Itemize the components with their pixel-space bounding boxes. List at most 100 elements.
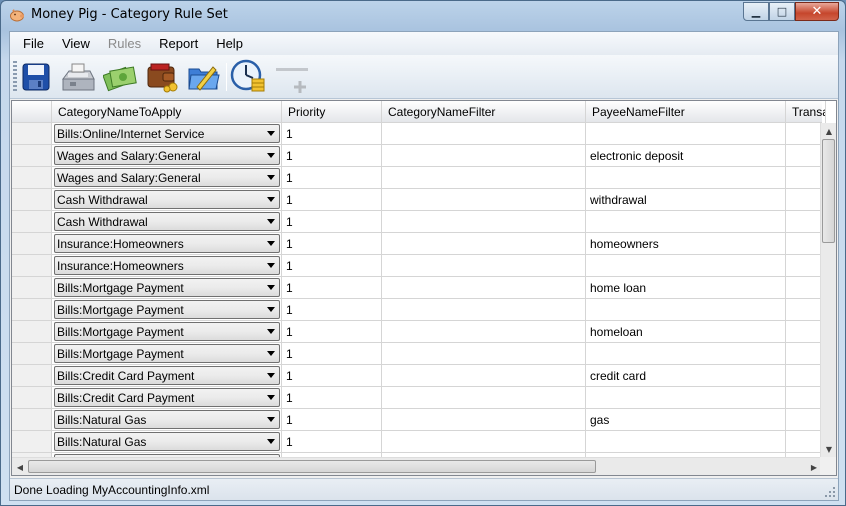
priority-cell[interactable]: 1 [282,409,382,431]
dropdown-arrow-icon[interactable] [263,411,279,428]
row-header[interactable] [12,431,52,453]
transaction-cell[interactable] [786,233,822,255]
category-cell[interactable]: Bills:Mortgage Payment [52,321,282,343]
category-cell[interactable]: Wages and Salary:General [52,167,282,189]
dropdown-arrow-icon[interactable] [263,125,279,142]
scroll-down-icon[interactable]: ▼ [821,441,836,457]
category-cell[interactable]: Bills:Mortgage Payment [52,343,282,365]
priority-cell[interactable]: 1 [282,365,382,387]
payee-filter-cell[interactable] [586,123,786,145]
column-header-payee-filter[interactable]: PayeeNameFilter [586,101,786,123]
row-header[interactable] [12,123,52,145]
category-cell[interactable]: Bills:Natural Gas [52,409,282,431]
category-filter-cell[interactable] [382,189,586,211]
table-row[interactable]: Insurance:Homeowners 1 [12,255,822,277]
category-combobox[interactable]: Cash Withdrawal [54,212,280,231]
schedule-button[interactable] [230,59,266,95]
category-filter-cell[interactable] [382,343,586,365]
category-filter-cell[interactable] [382,365,586,387]
payee-filter-cell[interactable] [586,255,786,277]
payee-filter-cell[interactable]: gas [586,409,786,431]
row-header[interactable] [12,387,52,409]
table-row[interactable]: Wages and Salary:General 1 electronic depo… [12,145,822,167]
table-row[interactable]: Cash Withdrawal 1 [12,211,822,233]
dropdown-arrow-icon[interactable] [263,279,279,296]
table-row[interactable]: Bills:Credit Card Payment 1 credit card [12,365,822,387]
dropdown-arrow-icon[interactable] [263,235,279,252]
priority-cell[interactable]: 1 [282,145,382,167]
payee-filter-cell[interactable]: electronic deposit [586,145,786,167]
dropdown-arrow-icon[interactable] [263,345,279,362]
dropdown-arrow-icon[interactable] [263,191,279,208]
category-filter-cell[interactable] [382,431,586,453]
menu-view[interactable]: View [53,36,99,51]
category-cell[interactable]: Bills:Natural Gas [52,431,282,453]
category-filter-cell[interactable] [382,123,586,145]
dropdown-arrow-icon[interactable] [263,433,279,450]
category-combobox[interactable]: Bills:Mortgage Payment [54,322,280,341]
category-combobox[interactable]: Bills:Natural Gas [54,410,280,429]
row-header[interactable] [12,189,52,211]
table-row[interactable]: Bills:Mortgage Payment 1 [12,343,822,365]
menu-file[interactable]: File [14,36,53,51]
table-row[interactable]: Wages and Salary:General 1 [12,167,822,189]
row-header[interactable] [12,299,52,321]
menu-rules[interactable]: Rules [99,36,150,51]
register-button[interactable] [60,59,96,95]
wallet-button[interactable] [144,59,180,95]
transaction-cell[interactable] [786,277,822,299]
row-header[interactable] [12,321,52,343]
horizontal-scroll-thumb[interactable] [28,460,596,473]
category-filter-cell[interactable] [382,277,586,299]
category-filter-cell[interactable] [382,211,586,233]
category-combobox[interactable]: Bills:Natural Gas [54,432,280,451]
row-header[interactable] [12,145,52,167]
column-header-category-filter[interactable]: CategoryNameFilter [382,101,586,123]
category-combobox[interactable]: Bills:Online/Internet Service [54,124,280,143]
category-filter-cell[interactable] [382,255,586,277]
payee-filter-cell[interactable]: homeloan [586,321,786,343]
horizontal-scrollbar[interactable]: ◀ ▶ [12,457,822,475]
column-header-priority[interactable]: Priority [282,101,382,123]
category-cell[interactable]: Bills:Credit Card Payment [52,387,282,409]
payee-filter-cell[interactable]: home loan [586,277,786,299]
table-row[interactable]: Bills:Online/Internet Service 1 [12,123,822,145]
dropdown-arrow-icon[interactable] [263,147,279,164]
scroll-left-icon[interactable]: ◀ [12,459,28,475]
transaction-cell[interactable] [786,255,822,277]
close-button[interactable]: ✕ [795,2,839,21]
priority-cell[interactable]: 1 [282,123,382,145]
payee-filter-cell[interactable] [586,299,786,321]
transaction-cell[interactable] [786,211,822,233]
column-header-transaction[interactable]: Transa [786,101,826,123]
table-row[interactable]: Bills:Mortgage Payment 1 [12,299,822,321]
category-combobox[interactable]: Insurance:Homeowners [54,234,280,253]
vertical-scroll-thumb[interactable] [822,139,835,243]
category-cell[interactable]: Wages and Salary:General [52,145,282,167]
dropdown-arrow-icon[interactable] [263,257,279,274]
dropdown-arrow-icon[interactable] [263,367,279,384]
transaction-cell[interactable] [786,145,822,167]
category-combobox[interactable]: Bills:Mortgage Payment [54,278,280,297]
category-combobox[interactable]: Cash Withdrawal [54,190,280,209]
money-button[interactable] [102,59,138,95]
toolbar-grip[interactable] [13,61,17,93]
payee-filter-cell[interactable]: withdrawal [586,189,786,211]
category-cell[interactable]: Insurance:Homeowners [52,233,282,255]
row-header[interactable] [12,255,52,277]
category-cell[interactable]: Cash Withdrawal [52,189,282,211]
add-button[interactable] [274,59,310,95]
dropdown-arrow-icon[interactable] [263,301,279,318]
transaction-cell[interactable] [786,321,822,343]
category-cell[interactable]: Bills:Online/Internet Service [52,123,282,145]
priority-cell[interactable]: 1 [282,321,382,343]
menu-report[interactable]: Report [150,36,207,51]
menu-help[interactable]: Help [207,36,252,51]
resize-grip-icon[interactable] [824,486,836,498]
category-cell[interactable]: Bills:Credit Card Payment [52,365,282,387]
priority-cell[interactable]: 1 [282,277,382,299]
category-combobox[interactable]: Bills:Credit Card Payment [54,366,280,385]
transaction-cell[interactable] [786,167,822,189]
priority-cell[interactable]: 1 [282,233,382,255]
transaction-cell[interactable] [786,387,822,409]
